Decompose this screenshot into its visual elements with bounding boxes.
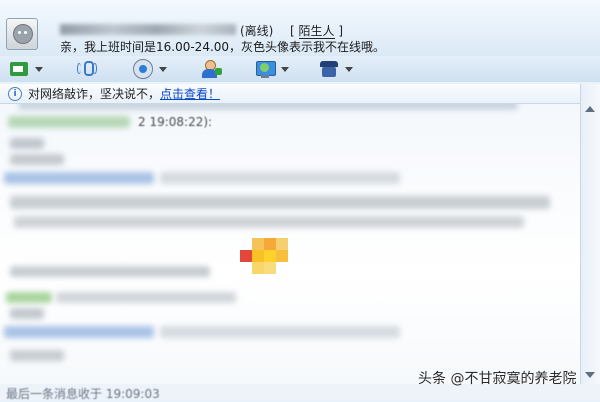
security-notice-bar: i 对网络敲诈，坚决说不， 点击查看！ [0, 84, 580, 104]
watermark: 头条 @不甘寂寞的养老院 [418, 371, 577, 387]
more-button[interactable] [318, 58, 353, 80]
app-button[interactable] [254, 58, 289, 80]
relation-label[interactable]: 陌生人 [298, 24, 335, 39]
contact-signature: 亲，我上班时间是16.00-24.00，灰色头像表示我不在线哦。 [60, 40, 386, 54]
chat-toolbar [0, 56, 600, 82]
chat-scrollbar[interactable] [580, 84, 600, 384]
relation-open: [ [290, 24, 299, 38]
chevron-down-icon[interactable] [159, 66, 167, 72]
notice-text: 对网络敲诈，坚决说不， [28, 87, 161, 101]
chevron-down-icon[interactable] [35, 66, 43, 72]
relation-close: ] [334, 24, 344, 38]
redacted-text [10, 138, 44, 149]
redacted-text [10, 266, 210, 277]
message-sender-redacted [8, 116, 130, 128]
redacted-text [10, 196, 550, 209]
redacted-text [56, 292, 236, 303]
emoji-sticker [240, 238, 298, 276]
video-call-button[interactable] [132, 58, 167, 80]
chat-header: (离线) [ 陌生人 ] 亲，我上班时间是16.00-24.00，灰色头像表示我… [0, 0, 600, 56]
redacted-text [14, 216, 524, 228]
contact-icon [8, 59, 30, 79]
add-friend-button[interactable] [200, 58, 222, 80]
info-icon: i [8, 86, 22, 101]
avatar[interactable] [6, 18, 38, 50]
redacted-text [18, 104, 518, 110]
redacted-text [10, 308, 44, 319]
message-time: 2 19:08:22): [138, 115, 213, 129]
relation-tag[interactable]: [ 陌生人 ] [290, 22, 343, 39]
more-icon [318, 59, 340, 79]
redacted-text [160, 326, 400, 338]
redacted-text [4, 172, 154, 184]
redacted-text [10, 350, 64, 361]
redacted-text [160, 172, 400, 184]
app-icon [254, 59, 276, 79]
online-status: (离线) [240, 24, 274, 38]
message-sender-redacted [6, 292, 52, 303]
video-icon [132, 59, 154, 79]
chevron-down-icon[interactable] [281, 66, 289, 72]
redacted-text [10, 154, 64, 165]
notice-link[interactable]: 点击查看！ [160, 85, 220, 102]
scroll-down-icon[interactable] [585, 372, 595, 378]
default-avatar-icon [13, 24, 33, 44]
voice-icon [76, 59, 98, 79]
contact-button[interactable] [8, 58, 43, 80]
chat-history[interactable]: 2 19:08:22): [0, 104, 580, 384]
last-message-time: 最后一条消息收于 19:09:03 [6, 387, 160, 401]
redacted-text [4, 326, 154, 338]
contact-name-redacted [60, 24, 236, 35]
chevron-down-icon[interactable] [345, 66, 353, 72]
scroll-up-icon[interactable] [585, 106, 595, 112]
add-friend-icon [200, 59, 222, 79]
voice-call-button[interactable] [76, 58, 98, 80]
